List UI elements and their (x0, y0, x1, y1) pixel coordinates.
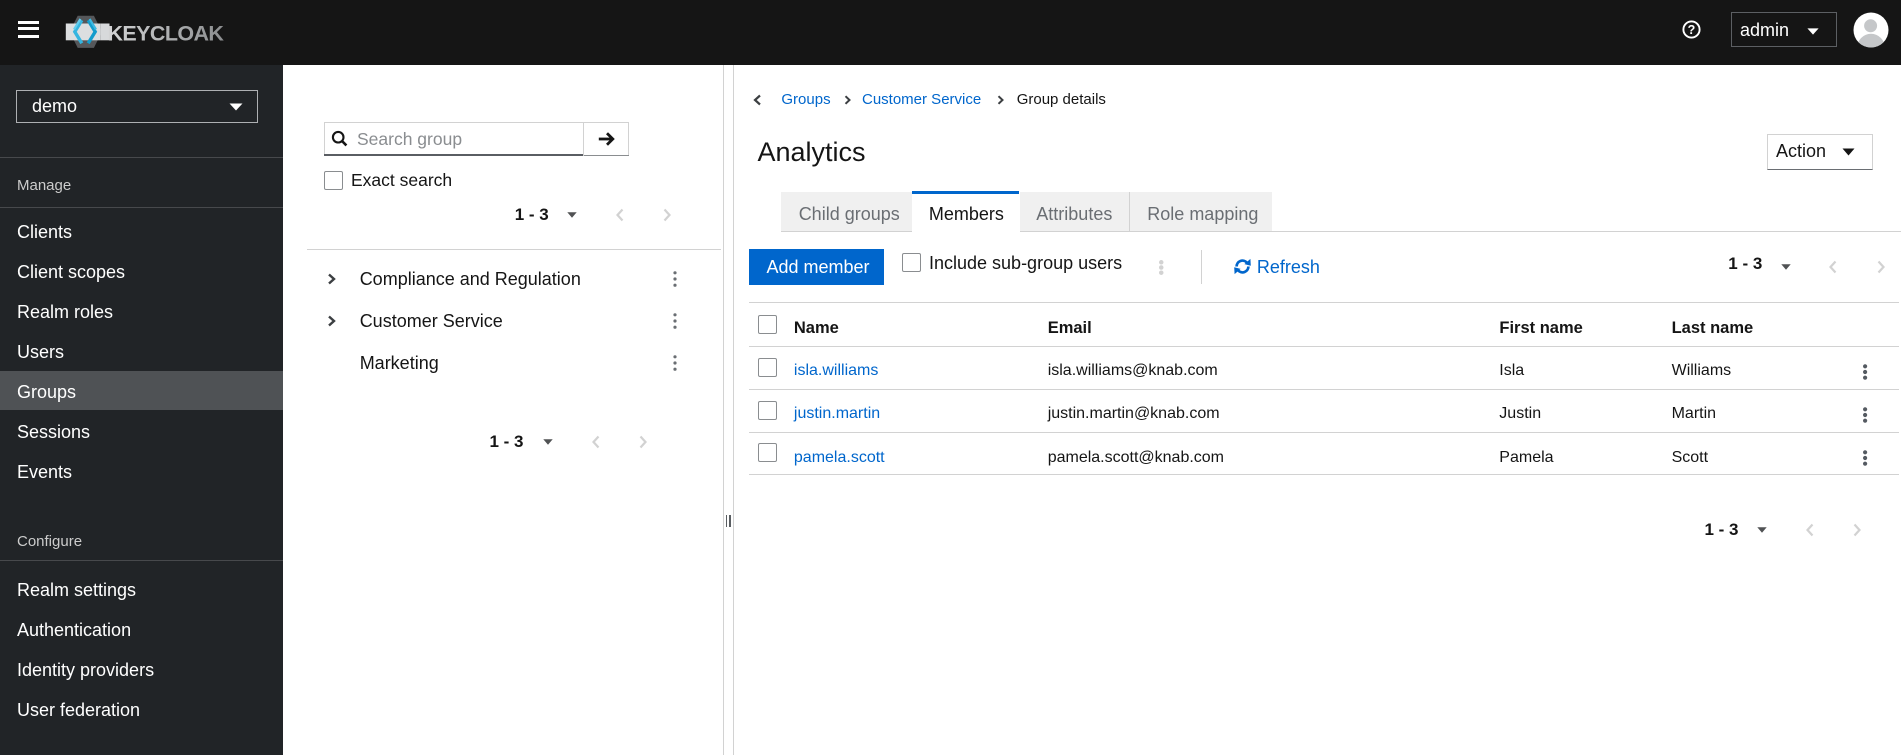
svg-text:?: ? (1687, 23, 1695, 37)
svg-text:KEYCLOAK: KEYCLOAK (108, 22, 225, 46)
